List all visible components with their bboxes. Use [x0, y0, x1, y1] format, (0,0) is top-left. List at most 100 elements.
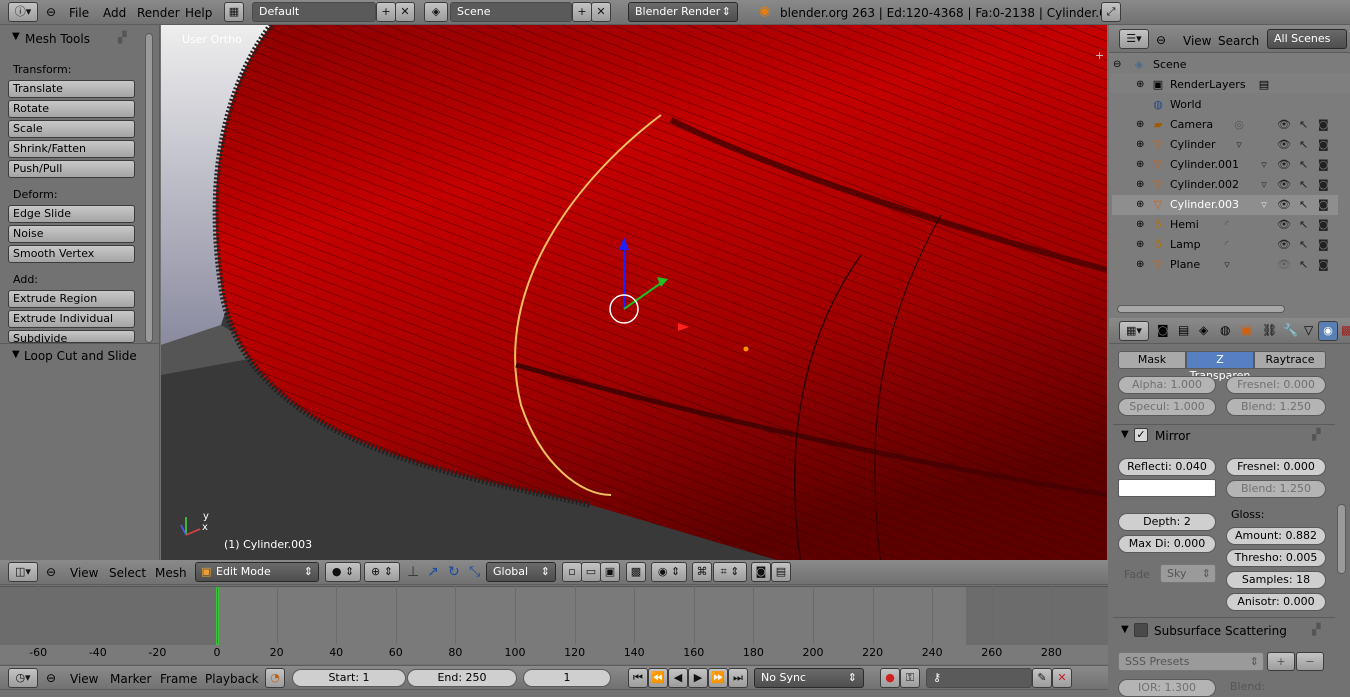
render-anim-icon[interactable]: ▤ [771, 562, 791, 582]
timeline-menu-frame[interactable]: Frame [160, 672, 197, 686]
modifiers-tab-icon[interactable]: 🔧 [1283, 323, 1298, 337]
ior-field[interactable]: IOR: 1.300 [1118, 679, 1216, 697]
editor-type-button[interactable]: ⓘ▾ [8, 2, 38, 22]
subdivide-button[interactable]: Subdivide [8, 330, 135, 343]
expand-icon[interactable]: ⊖ [1113, 55, 1121, 75]
end-frame-field[interactable]: End: 250 [407, 669, 517, 687]
outliner-menu-view[interactable]: View [1183, 34, 1211, 48]
noise-button[interactable]: Noise [8, 225, 135, 243]
add-preset-button[interactable]: + [1267, 652, 1295, 671]
drag-handle-icon[interactable]: ▞ [1312, 428, 1320, 441]
outliner-editor-type-icon[interactable]: ☰▾ [1119, 29, 1149, 49]
current-frame-field[interactable]: 1 [523, 669, 611, 687]
vertex-select-icon[interactable]: ▫ [562, 562, 582, 582]
timeline-editor-type-icon[interactable]: ◷▾ [8, 668, 38, 688]
screen-layout-field[interactable]: Default [252, 2, 376, 22]
mirror-collapse-icon[interactable]: ▼ [1121, 429, 1129, 440]
proportional-edit-select[interactable]: ◉ ⇕ [651, 562, 687, 582]
world-tab-icon[interactable]: ◍ [1220, 323, 1230, 337]
properties-editor-type-icon[interactable]: ▦▾ [1119, 321, 1149, 341]
camera-render-icon[interactable]: ◙ [1318, 238, 1329, 251]
play-reverse-icon[interactable]: ◀ [668, 668, 688, 688]
remove-preset-button[interactable]: − [1296, 652, 1324, 671]
collapse-menu-icon[interactable]: ⊖ [46, 5, 56, 19]
expand-icon[interactable]: ⊕ [1136, 155, 1144, 175]
cursor-icon[interactable]: ↖ [1299, 158, 1308, 171]
delete-keyframe-icon[interactable]: ✕ [1052, 668, 1072, 688]
start-frame-field[interactable]: Start: 1 [292, 669, 406, 687]
edge-slide-button[interactable]: Edge Slide [8, 205, 135, 223]
fresnel-field[interactable]: Fresnel: 0.000 [1226, 376, 1326, 394]
operator-panel-title[interactable]: Loop Cut and Slide [24, 349, 137, 363]
shrink-fatten-button[interactable]: Shrink/Fatten [8, 140, 135, 158]
edge-select-icon[interactable]: ▭ [581, 562, 601, 582]
properties-scrollbar[interactable] [1337, 504, 1346, 574]
gloss-amount-field[interactable]: Amount: 0.882 [1226, 527, 1326, 545]
camera-render-icon[interactable]: ◙ [1318, 218, 1329, 231]
gloss-threshold-field[interactable]: Thresho: 0.005 [1226, 549, 1326, 567]
outliner-h-scrollbar[interactable] [1117, 305, 1285, 313]
properties-toggle-icon[interactable]: + [1095, 49, 1104, 62]
mode-select[interactable]: ▣ Edit Mode ⇕ [195, 562, 319, 582]
scene-icon[interactable]: ◈ [424, 2, 448, 22]
raytrace-tab[interactable]: Raytrace [1254, 351, 1326, 369]
camera-render-icon[interactable]: ◙ [1318, 118, 1329, 131]
remove-scene-button[interactable]: ✕ [591, 2, 611, 22]
scene-tab-icon[interactable]: ◈ [1199, 323, 1208, 337]
expand-icon[interactable]: ⊕ [1136, 135, 1144, 155]
z-transparency-tab[interactable]: Z Transparen [1186, 351, 1254, 382]
eye-icon[interactable]: 👁 [1277, 198, 1291, 211]
view3d-editor-type-icon[interactable]: ◫▾ [8, 562, 38, 582]
fade-select[interactable]: Sky ⇕ [1160, 564, 1216, 583]
material-tab-icon[interactable]: ◉ [1318, 321, 1338, 341]
panel-collapse-icon[interactable]: ▼ [12, 31, 20, 42]
sss-checkbox[interactable] [1134, 623, 1148, 637]
reflectivity-field[interactable]: Reflecti: 0.040 [1118, 458, 1216, 476]
play-icon[interactable]: ▶ [688, 668, 708, 688]
render-tab-icon[interactable]: ◙ [1157, 323, 1169, 337]
outliner-row-world[interactable]: ◍ World [1112, 95, 1338, 115]
next-keyframe-icon[interactable]: ⏩ [708, 668, 728, 688]
object-tab-icon[interactable]: ▣ [1241, 323, 1252, 337]
eye-icon[interactable]: 👁 [1277, 218, 1291, 231]
render-still-icon[interactable]: ◙ [751, 562, 771, 582]
specular-field[interactable]: Specul: 1.000 [1118, 398, 1216, 416]
eye-icon[interactable]: 👁 [1277, 238, 1291, 251]
drag-handle-icon[interactable]: ▞ [118, 31, 126, 44]
depth-field[interactable]: Depth: 2 [1118, 513, 1216, 531]
mesh-tools-title[interactable]: Mesh Tools [25, 32, 90, 46]
pivot-point-select[interactable]: ⊕ ⇕ [364, 562, 400, 582]
rotate-manipulator-icon[interactable]: ↻ [448, 564, 460, 580]
keying-set-field[interactable]: ⚷ [926, 668, 1032, 688]
keying-set-icon[interactable]: ⚿ [900, 668, 920, 688]
tool-shelf-scrollbar[interactable] [145, 33, 153, 343]
remove-layout-button[interactable]: ✕ [395, 2, 415, 22]
camera-render-icon[interactable]: ◙ [1318, 158, 1329, 171]
jump-start-icon[interactable]: ⏮ [628, 668, 648, 688]
drag-handle-icon[interactable]: ▞ [1312, 623, 1320, 636]
data-tab-icon[interactable]: ▽ [1304, 323, 1313, 337]
cursor-icon[interactable]: ↖ [1299, 198, 1308, 211]
gloss-samples-field[interactable]: Samples: 18 [1226, 571, 1326, 589]
constraints-tab-icon[interactable]: ⛓ [1262, 323, 1277, 337]
mirror-checkbox[interactable]: ✓ [1134, 428, 1148, 442]
mirror-blend-field[interactable]: Blend: 1.250 [1226, 480, 1326, 498]
view3d-collapse-icon[interactable]: ⊖ [46, 565, 56, 579]
scene-field[interactable]: Scene [450, 2, 572, 22]
menu-file[interactable]: File [69, 6, 89, 20]
timeline-menu-marker[interactable]: Marker [110, 672, 151, 686]
outliner-menu-search[interactable]: Search [1218, 34, 1259, 48]
record-icon[interactable]: ● [880, 668, 900, 688]
camera-render-icon[interactable]: ◙ [1318, 178, 1329, 191]
cursor-icon[interactable]: ↖ [1299, 178, 1308, 191]
snap-toggle-icon[interactable]: ⌘ [692, 562, 712, 582]
snap-element-select[interactable]: ⌗ ⇕ [713, 562, 747, 582]
expand-icon[interactable]: ⊕ [1136, 75, 1144, 95]
mirror-fresnel-field[interactable]: Fresnel: 0.000 [1226, 458, 1326, 476]
jump-end-icon[interactable]: ⏭ [728, 668, 748, 688]
eye-icon[interactable]: 👁 [1277, 118, 1291, 131]
transform-orientation-select[interactable]: Global ⇕ [486, 562, 556, 582]
timeline-menu-view[interactable]: View [70, 672, 98, 686]
smooth-vertex-button[interactable]: Smooth Vertex [8, 245, 135, 263]
layers-tab-icon[interactable]: ▤ [1178, 323, 1189, 337]
